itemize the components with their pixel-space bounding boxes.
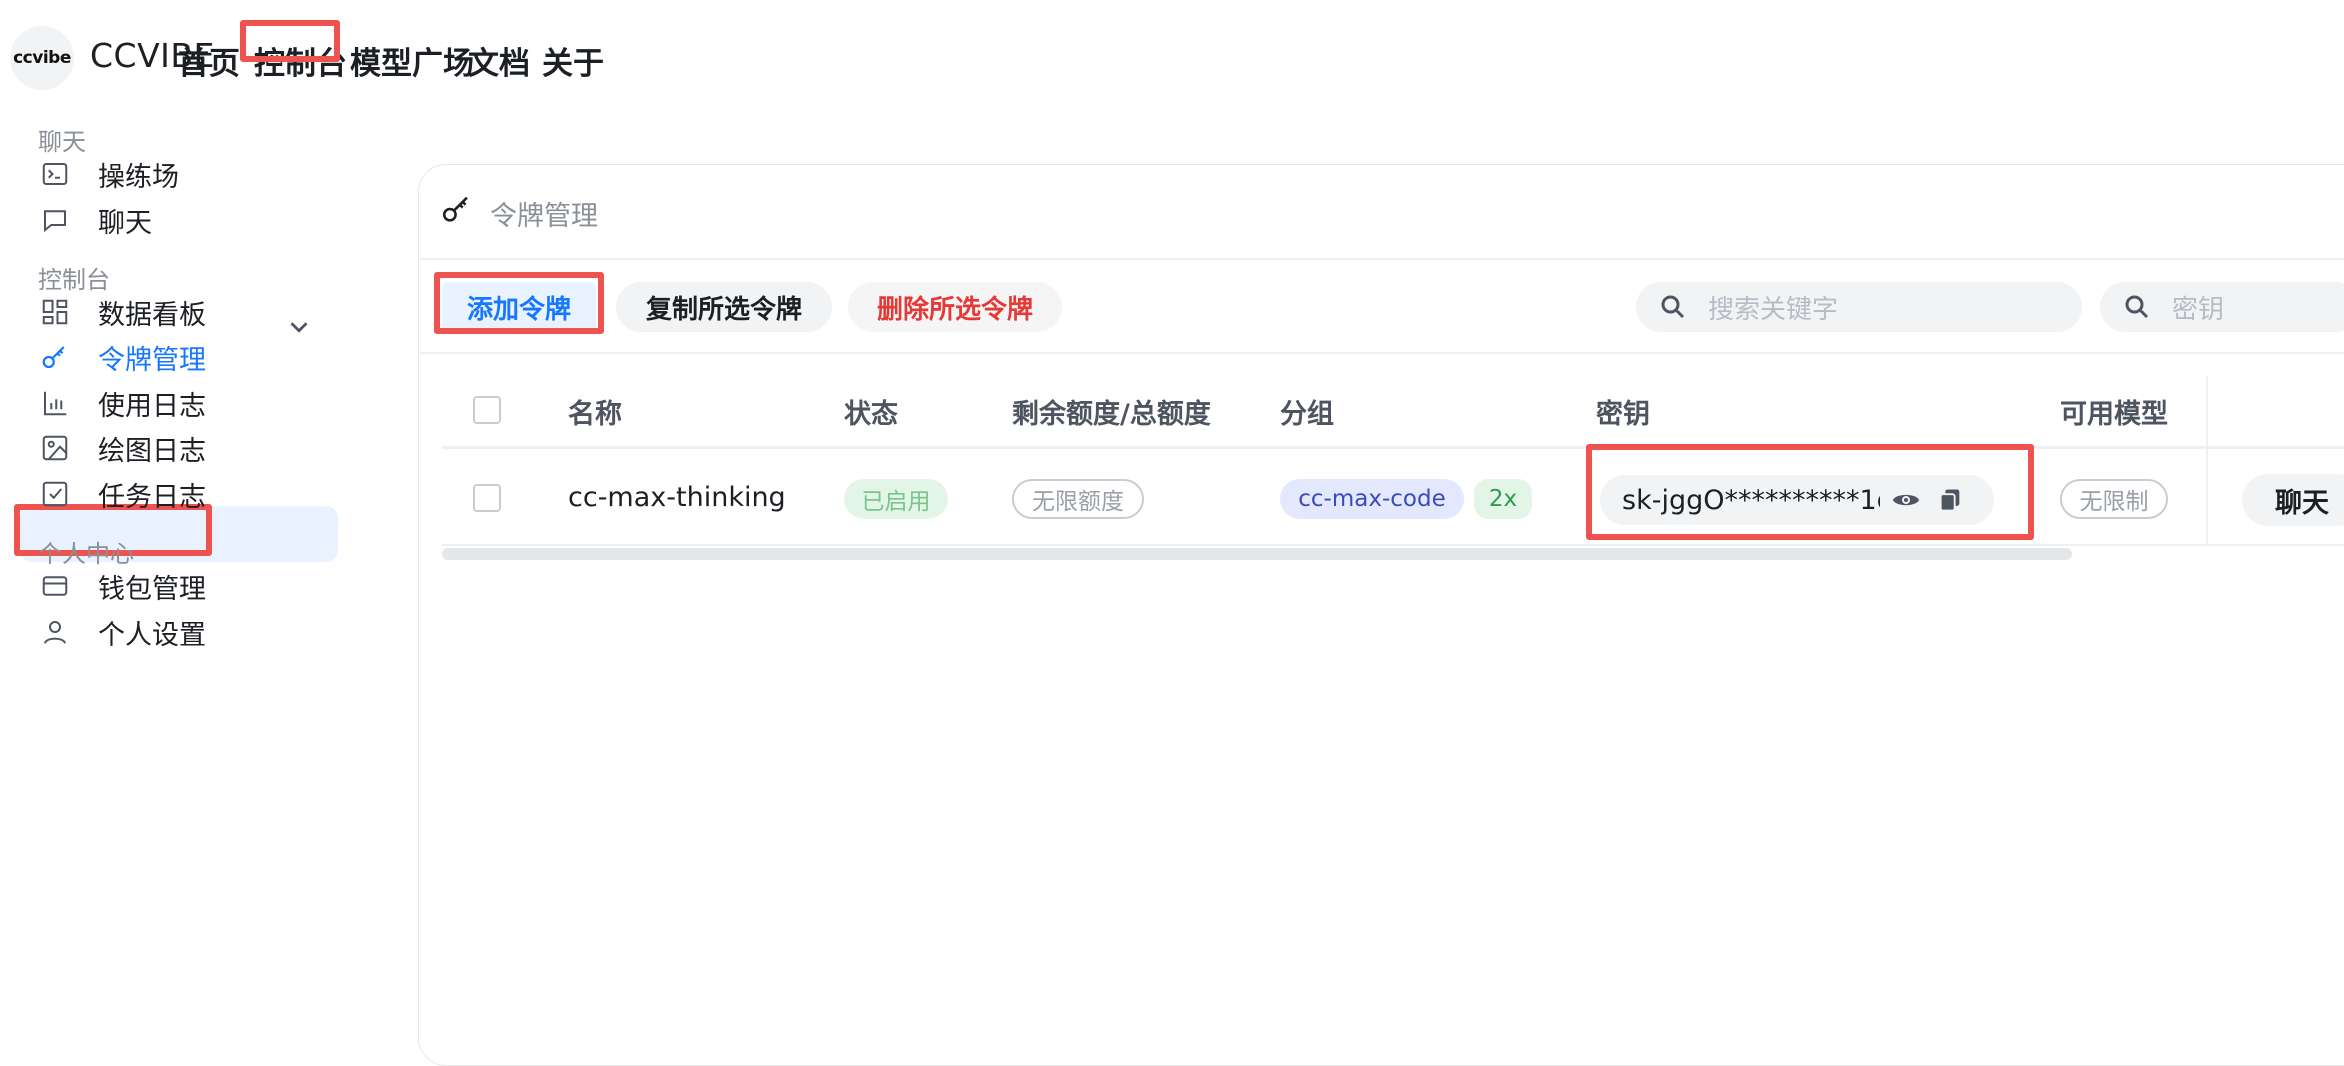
sticky-column-divider — [2206, 376, 2208, 546]
wallet-icon — [38, 569, 72, 603]
keyword-search-input[interactable]: 搜索关键字 — [1636, 282, 2082, 332]
horizontal-scrollbar[interactable] — [442, 548, 2072, 560]
column-header-name[interactable]: 名称 — [568, 392, 622, 431]
search-placeholder: 搜索关键字 — [1708, 294, 1839, 325]
select-all-checkbox[interactable] — [473, 396, 501, 424]
sidebar-item-label: 操练场 — [98, 161, 179, 193]
sidebar-item-label: 个人设置 — [98, 619, 206, 651]
column-header-key[interactable]: 密钥 — [1596, 392, 1650, 431]
toolbar-divider — [420, 352, 2344, 354]
chat-icon — [38, 203, 72, 237]
sidebar-item-chat[interactable]: 聊天 — [38, 194, 152, 246]
ratio-badge: 2x — [1474, 479, 1532, 519]
sidebar-item-settings[interactable]: 个人设置 — [38, 606, 206, 658]
sidebar-item-label: 任务日志 — [98, 481, 206, 513]
sidebar-item-label: 聊天 — [98, 207, 152, 239]
chevron-down-icon[interactable] — [284, 312, 314, 342]
checklist-icon — [38, 477, 72, 511]
copy-selected-button[interactable]: 复制所选令牌 — [616, 282, 832, 332]
column-header-group[interactable]: 分组 — [1280, 392, 1334, 431]
eye-icon[interactable] — [1888, 482, 1924, 518]
table-row-divider — [442, 544, 2344, 546]
sidebar-item-playground[interactable]: 操练场 — [38, 148, 179, 200]
token-name: cc-max-thinking — [568, 482, 786, 513]
sidebar-item-label: 令牌管理 — [98, 344, 206, 376]
key-search-input[interactable]: 密钥 — [2100, 282, 2344, 332]
key-icon — [440, 192, 474, 230]
quota-badge: 无限额度 — [1012, 479, 1144, 519]
nav-home[interactable]: 首页 — [178, 38, 240, 83]
status-badge: 已启用 — [844, 479, 948, 519]
header-divider — [420, 258, 2344, 260]
models-badge: 无限制 — [2060, 479, 2168, 519]
sidebar-item-label: 钱包管理 — [98, 573, 206, 605]
column-header-status[interactable]: 状态 — [844, 392, 898, 431]
copy-icon[interactable] — [1932, 482, 1968, 518]
sidebar-item-label: 使用日志 — [98, 390, 206, 422]
add-token-button[interactable]: 添加令牌 — [442, 282, 596, 332]
column-header-quota[interactable]: 剩余额度/总额度 — [1012, 392, 1211, 431]
user-icon — [38, 615, 72, 649]
bar-chart-icon — [38, 386, 72, 420]
nav-docs[interactable]: 文档 — [468, 38, 530, 83]
search-icon — [2122, 292, 2162, 322]
key-search-placeholder: 密钥 — [2172, 294, 2225, 325]
breadcrumb: 令牌管理 — [490, 201, 598, 232]
delete-selected-button[interactable]: 删除所选令牌 — [848, 282, 1062, 332]
sidebar-item-label: 绘图日志 — [98, 435, 206, 467]
sidebar-item-task-log[interactable]: 任务日志 — [38, 468, 206, 520]
nav-console[interactable]: 控制台 — [254, 38, 347, 83]
nav-about[interactable]: 关于 — [542, 38, 604, 83]
key-icon — [38, 340, 72, 374]
search-icon — [1658, 292, 1698, 322]
image-icon — [38, 431, 72, 465]
dashboard-icon — [38, 295, 72, 329]
sidebar-item-drawing-log[interactable]: 绘图日志 — [38, 422, 206, 474]
nav-model-square[interactable]: 模型广场 — [350, 38, 474, 83]
chat-button[interactable]: 聊天 — [2242, 474, 2344, 526]
sidebar-item-token-management[interactable]: 令牌管理 — [38, 331, 206, 383]
terminal-icon — [38, 157, 72, 191]
group-badge: cc-max-code — [1280, 479, 1464, 519]
api-key-field[interactable]: sk-jggO**********1dD — [1600, 475, 1994, 525]
api-key-value: sk-jggO**********1dD — [1622, 484, 1880, 516]
sidebar-item-wallet[interactable]: 钱包管理 — [38, 560, 206, 612]
table-header-divider — [442, 446, 2344, 449]
brand-logo[interactable]: ccvibe — [10, 26, 74, 90]
sidebar-item-label: 数据看板 — [98, 299, 206, 331]
row-select-checkbox[interactable] — [473, 484, 501, 512]
column-header-models[interactable]: 可用模型 — [2060, 392, 2168, 431]
